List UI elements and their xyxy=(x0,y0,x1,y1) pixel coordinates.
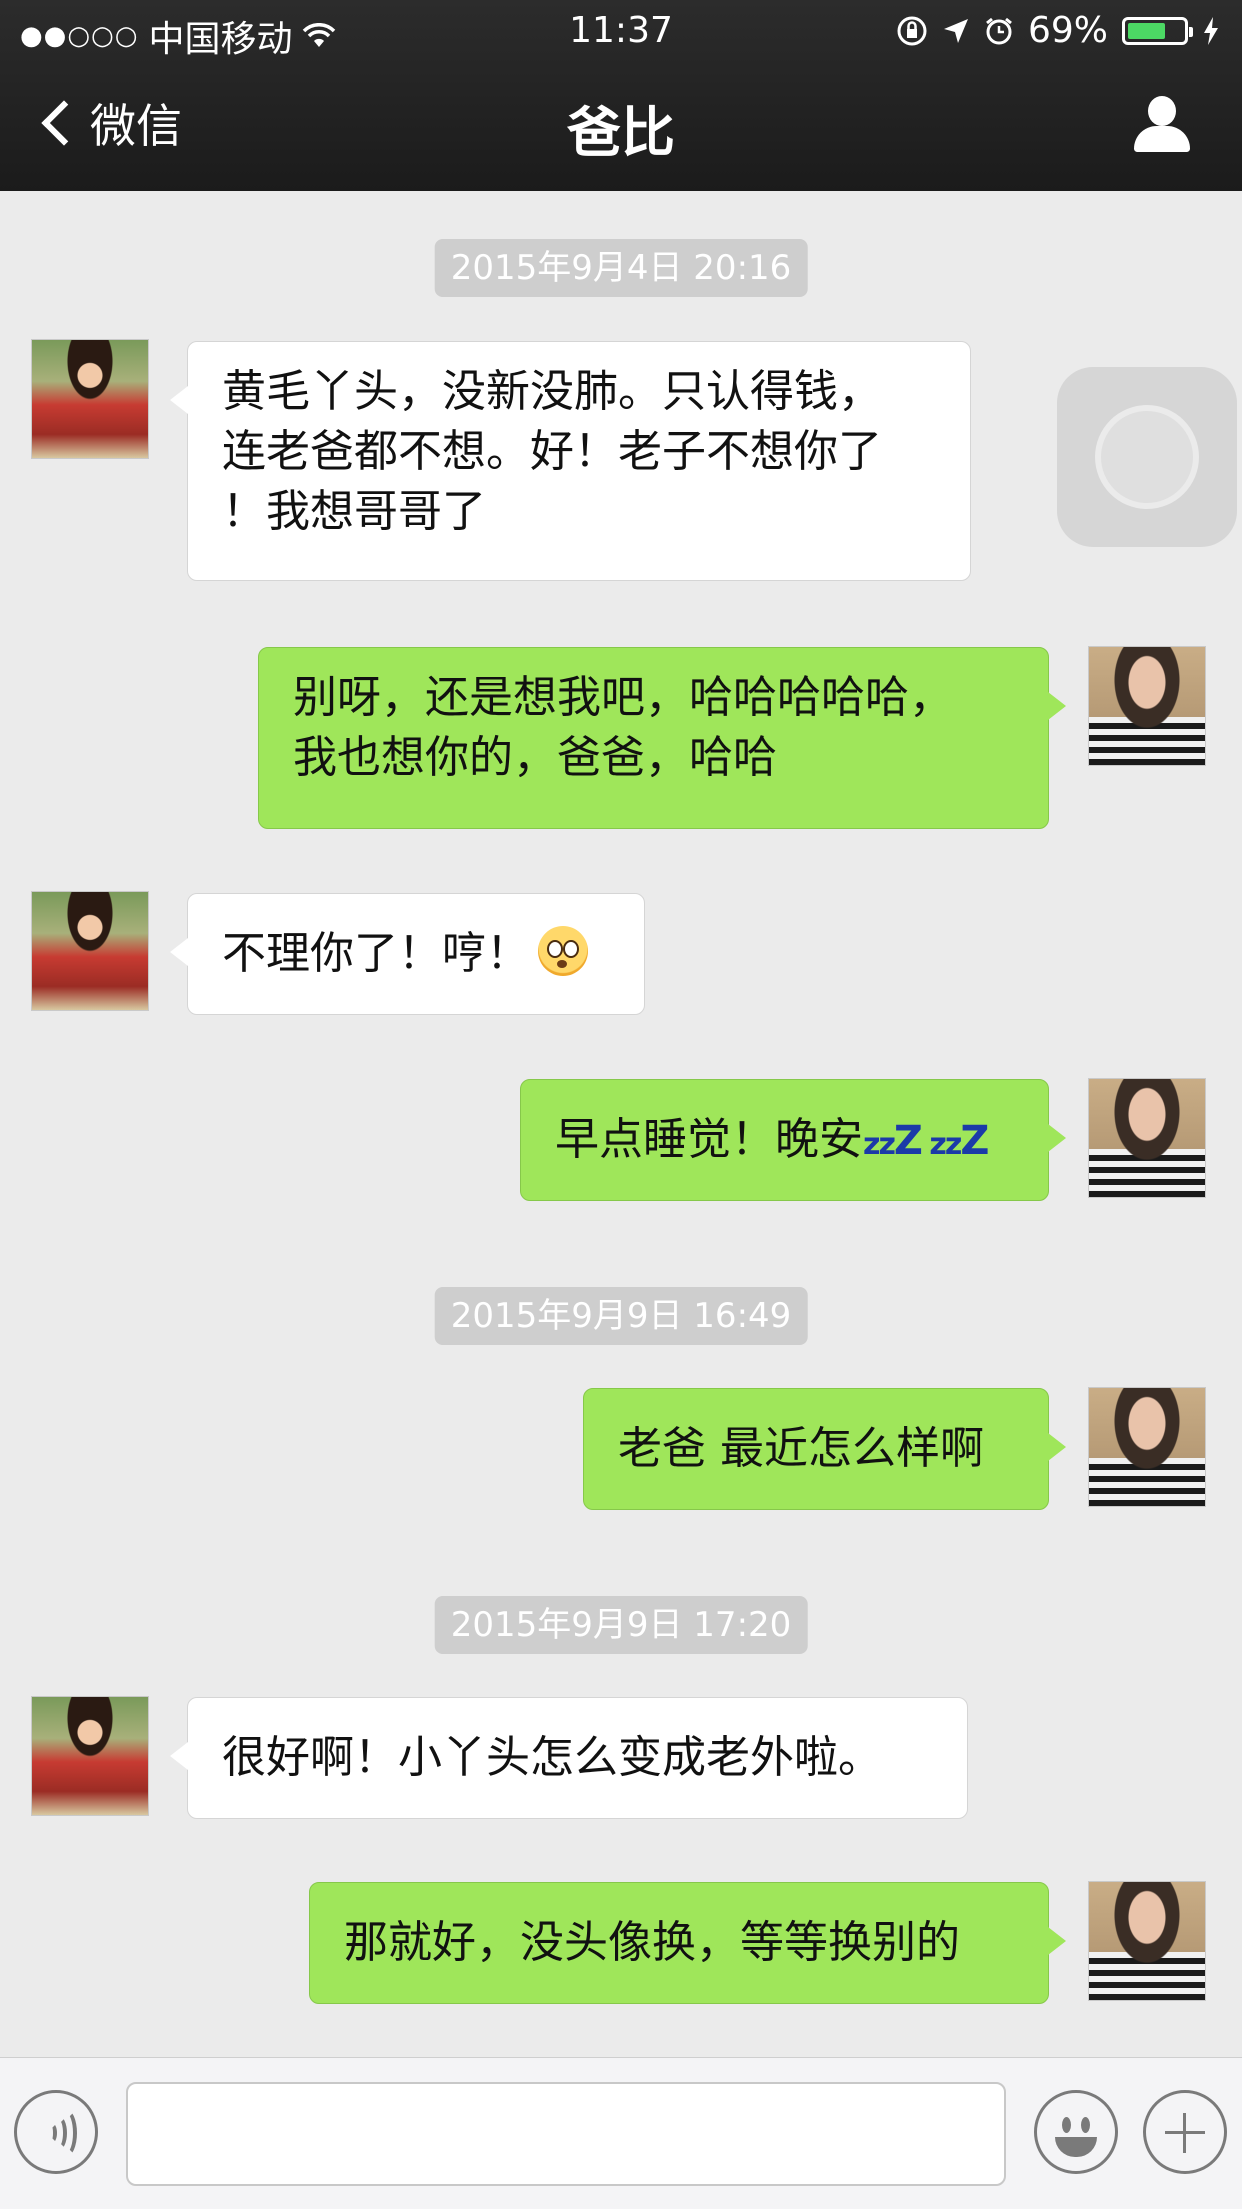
chat-history[interactable]: 2015年9月4日 20:16 黄毛丫头，没新没肺。只认得钱， 连老爸都不想。好… xyxy=(0,191,1242,2057)
timestamp: 2015年9月9日 17:20 xyxy=(434,1596,808,1654)
profile-body-shape xyxy=(1134,126,1190,152)
contact-avatar[interactable] xyxy=(31,891,149,1011)
incoming-message[interactable]: 不理你了！哼！ xyxy=(170,893,645,1015)
my-avatar[interactable] xyxy=(1088,646,1206,766)
outgoing-message[interactable]: 那就好，没头像换，等等换别的 xyxy=(309,1882,1066,2004)
zzz-emoji-icon: zzZ zzZ xyxy=(863,1118,989,1164)
assistive-touch-button[interactable] xyxy=(1057,367,1237,547)
chat-title: 爸比 xyxy=(567,101,675,164)
astonished-face-emoji-icon xyxy=(538,926,588,976)
charging-bolt-icon xyxy=(1204,16,1218,45)
contact-avatar[interactable] xyxy=(31,1696,149,1816)
contact-profile-icon[interactable] xyxy=(1134,96,1190,152)
my-avatar[interactable] xyxy=(1088,1078,1206,1198)
smiley-face-icon xyxy=(1062,2117,1071,2133)
smiley-face-icon xyxy=(1055,2137,1097,2157)
status-bar: ●●○○○ 中国移动 11:37 69% xyxy=(0,0,1242,62)
message-text: 不理你了！哼！ xyxy=(222,928,530,979)
outgoing-message[interactable]: 早点睡觉！晚安zzZ zzZ xyxy=(520,1079,1066,1201)
nav-bar: 微信 爸比 xyxy=(0,62,1242,191)
status-right: 69% xyxy=(896,10,1220,51)
emoji-button[interactable] xyxy=(1034,2090,1118,2174)
smiley-face-icon xyxy=(1081,2117,1090,2133)
my-avatar[interactable] xyxy=(1088,1387,1206,1507)
profile-head-shape xyxy=(1148,96,1176,126)
timestamp: 2015年9月4日 20:16 xyxy=(434,239,808,297)
message-input[interactable] xyxy=(126,2082,1006,2186)
timestamp: 2015年9月9日 16:49 xyxy=(434,1287,808,1345)
battery-icon xyxy=(1122,16,1193,45)
contact-avatar[interactable] xyxy=(31,339,149,459)
rotation-lock-icon xyxy=(897,16,927,45)
incoming-message[interactable]: 很好啊！小丫头怎么变成老外啦。 xyxy=(170,1697,968,1819)
top-bar: ●●○○○ 中国移动 11:37 69% 微信 爸比 xyxy=(0,0,1242,191)
message-text: 早点睡觉！晚安 xyxy=(555,1114,863,1165)
alarm-clock-icon xyxy=(986,17,1012,44)
voice-wave-icon xyxy=(55,2109,77,2157)
more-options-button[interactable] xyxy=(1143,2090,1227,2174)
incoming-message[interactable]: 黄毛丫头，没新没肺。只认得钱， 连老爸都不想。好！老子不想你了 ！我想哥哥了 xyxy=(170,341,971,581)
battery-level-fill xyxy=(1128,22,1165,39)
voice-input-button[interactable] xyxy=(14,2090,98,2174)
location-arrow-icon xyxy=(943,18,968,43)
assistive-touch-ring-icon xyxy=(1095,405,1199,509)
input-bar xyxy=(0,2057,1242,2209)
outgoing-message[interactable]: 老爸 最近怎么样啊 xyxy=(583,1388,1066,1510)
battery-percent: 69% xyxy=(1027,10,1108,51)
my-avatar[interactable] xyxy=(1088,1881,1206,2001)
outgoing-message[interactable]: 别呀，还是想我吧，哈哈哈哈哈， 我也想你的，爸爸，哈哈 xyxy=(258,647,1066,829)
